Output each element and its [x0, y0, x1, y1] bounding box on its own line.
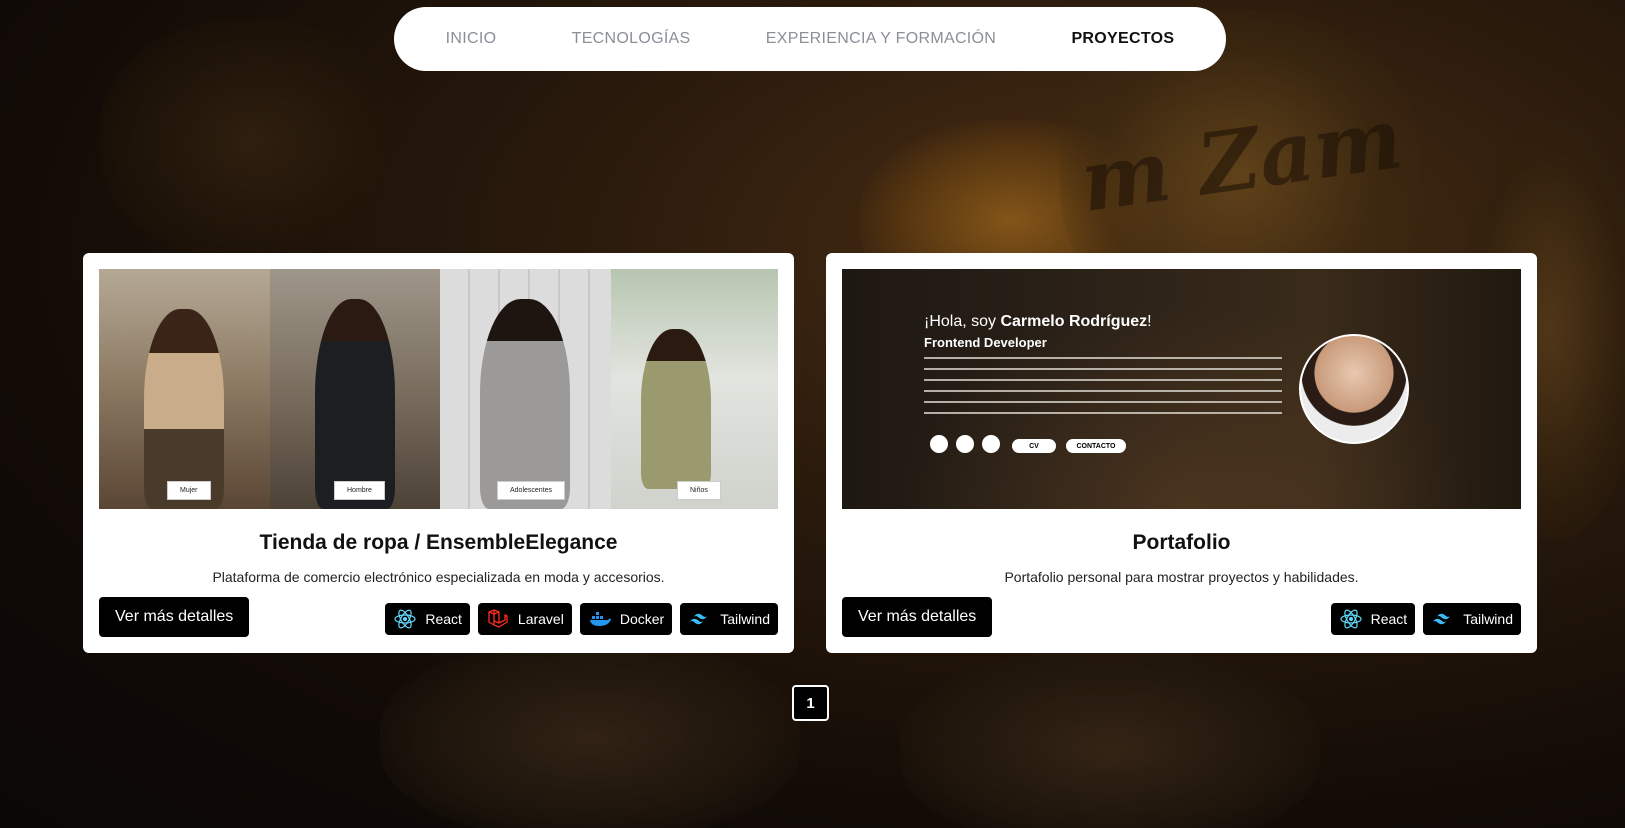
greeting-name: Carmelo Rodríguez [1000, 313, 1148, 330]
github-icon [930, 435, 948, 453]
project-card: ¡Hola, soy Carmelo Rodríguez! Frontend D… [826, 253, 1537, 653]
thumbnail-panel-hombre: Hombre [270, 269, 440, 509]
thumbnail-role: Frontend Developer [924, 335, 1047, 350]
tag-laravel: Laravel [477, 603, 572, 635]
project-title: Tienda de ropa / EnsembleElegance [259, 531, 618, 554]
tailwind-icon [690, 613, 708, 625]
react-icon [394, 609, 416, 629]
tailwind-icon [1433, 613, 1451, 625]
tag-label: Tailwind [1463, 611, 1513, 627]
nav-item-tecnologias[interactable]: TECNOLOGÍAS [572, 30, 691, 48]
tag-label: React [425, 611, 462, 627]
model-figure [480, 299, 570, 509]
thumbnail-greeting: ¡Hola, soy Carmelo Rodríguez! [924, 313, 1152, 331]
linkedin-icon [956, 435, 974, 453]
thumbnail-label: Hombre [334, 481, 385, 500]
card-footer: Ver más detalles React Laravel Docker Ta… [99, 597, 778, 637]
lantern-glow [380, 640, 800, 828]
thumbnail-panel-adolescentes: Adolescentes [440, 269, 611, 509]
thumbnail-cv-pill: CV [1012, 439, 1056, 453]
tag-label: Tailwind [720, 611, 770, 627]
nav-item-inicio[interactable]: INICIO [446, 30, 497, 48]
project-thumbnail: ¡Hola, soy Carmelo Rodríguez! Frontend D… [842, 269, 1521, 509]
tag-label: React [1370, 611, 1408, 627]
thumbnail-bio-lines [924, 357, 1282, 423]
thumbnail-panel-ninos: Niños [611, 269, 778, 509]
tag-react: React [1330, 603, 1416, 635]
project-description: Plataforma de comercio electrónico espec… [212, 569, 665, 585]
tech-tags: React Tailwind [1330, 603, 1521, 635]
tag-react: React [385, 603, 470, 635]
lantern-glow [900, 650, 1320, 828]
laravel-icon [488, 609, 508, 628]
thumbnail-social-icons [930, 435, 1000, 453]
pagination-page-button[interactable]: 1 [792, 685, 829, 721]
project-card: Mujer Hombre Adolescentes Niños Tienda d… [83, 253, 794, 653]
tag-tailwind: Tailwind [680, 603, 778, 635]
project-thumbnail: Mujer Hombre Adolescentes Niños [99, 269, 778, 509]
docker-icon [589, 612, 611, 626]
model-figure [144, 309, 224, 509]
lantern-glow [100, 20, 400, 260]
greeting-text: ¡Hola, soy [924, 313, 1001, 330]
thumbnail-panel-mujer: Mujer [99, 269, 270, 509]
project-title: Portafolio [1132, 531, 1231, 554]
nav-item-proyectos[interactable]: PROYECTOS [1071, 30, 1174, 48]
thumbnail-label: Niños [677, 481, 721, 500]
details-button[interactable]: Ver más detalles [99, 597, 250, 637]
greeting-end: ! [1147, 313, 1152, 330]
model-figure [641, 329, 711, 489]
thumbnail-contact-pill: CONTACTO [1066, 439, 1126, 453]
instagram-icon [982, 435, 1000, 453]
details-button[interactable]: Ver más detalles [842, 597, 993, 637]
avatar [1299, 334, 1409, 444]
thumbnail-label: Mujer [167, 481, 211, 500]
react-icon [1340, 609, 1362, 629]
tech-tags: React Laravel Docker Tailwind [385, 603, 778, 635]
tag-label: Laravel [517, 611, 564, 627]
top-navigation: INICIO TECNOLOGÍAS EXPERIENCIA Y FORMACI… [394, 7, 1226, 71]
project-description: Portafolio personal para mostrar proyect… [1004, 569, 1359, 585]
tag-docker: Docker [579, 603, 673, 635]
tag-label: Docker [619, 611, 665, 627]
thumbnail-label: Adolescentes [497, 481, 566, 500]
card-footer: Ver más detalles React Tailwind [842, 597, 1521, 637]
tag-tailwind: Tailwind [1423, 603, 1521, 635]
model-figure [315, 299, 395, 509]
nav-item-experiencia[interactable]: EXPERIENCIA Y FORMACIÓN [766, 30, 996, 48]
